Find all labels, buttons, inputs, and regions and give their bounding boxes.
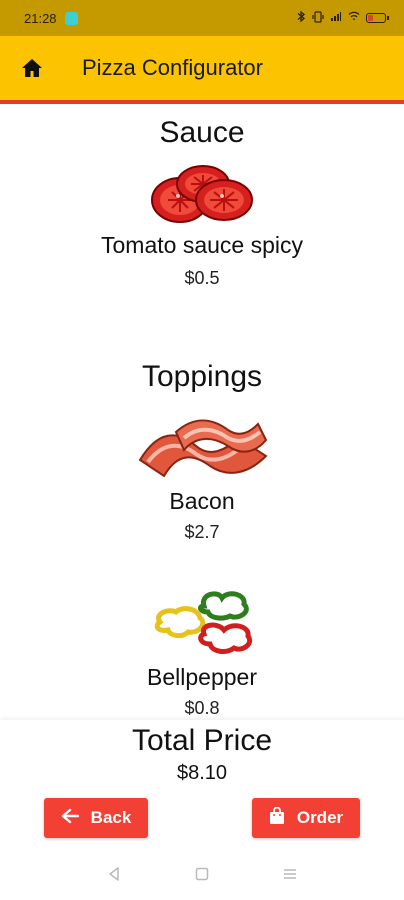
page-title: Pizza Configurator [82, 55, 263, 80]
sauce-heading: Sauce [159, 116, 245, 149]
toppings-heading: Toppings [141, 360, 263, 393]
status-time: 21:28 [24, 10, 57, 26]
signal-icon [330, 11, 342, 25]
item-price-bellpepper: $0.8 [184, 698, 220, 718]
total-price-label: Total Price [131, 724, 273, 757]
order-button[interactable]: Order [252, 798, 360, 838]
bluetooth-icon [297, 10, 306, 26]
status-right [297, 10, 389, 26]
item-name-tomato-sauce: Tomato sauce spicy [101, 232, 303, 258]
tomato-slices-icon[interactable] [148, 158, 258, 232]
app-bar: Pizza Configurator [0, 36, 404, 104]
item-price-tomato-sauce: $0.5 [184, 268, 220, 288]
item-name-bacon: Bacon [169, 488, 235, 514]
content-scroll-area[interactable]: Sauce Tomato sauce spicy $0.5 Toppings B [0, 104, 404, 720]
bacon-icon[interactable] [138, 410, 268, 484]
notification-app-icon [64, 11, 78, 25]
item-name-bellpepper: Bellpepper [147, 664, 257, 690]
shopping-bag-icon [269, 806, 285, 830]
menu-lines-icon[interactable] [283, 866, 297, 885]
vibrate-icon [312, 10, 324, 26]
home-square-icon[interactable] [195, 866, 209, 885]
back-button-label: Back [90, 808, 132, 827]
system-nav-bar [0, 850, 404, 900]
status-bar: 21:28 [0, 0, 404, 36]
back-triangle-icon[interactable] [107, 866, 121, 885]
back-button[interactable]: Back [44, 798, 148, 838]
total-price-value: $8.10 [176, 762, 228, 784]
bellpepper-icon[interactable] [152, 590, 256, 664]
status-left: 21:28 [24, 11, 78, 26]
item-price-bacon: $2.7 [184, 522, 220, 542]
battery-icon [366, 13, 389, 23]
order-button-label: Order [296, 808, 344, 827]
wifi-icon [348, 11, 360, 25]
home-icon[interactable] [0, 36, 64, 100]
footer: Total Price $8.10 Back Order [0, 720, 404, 850]
arrow-left-icon [61, 808, 79, 829]
